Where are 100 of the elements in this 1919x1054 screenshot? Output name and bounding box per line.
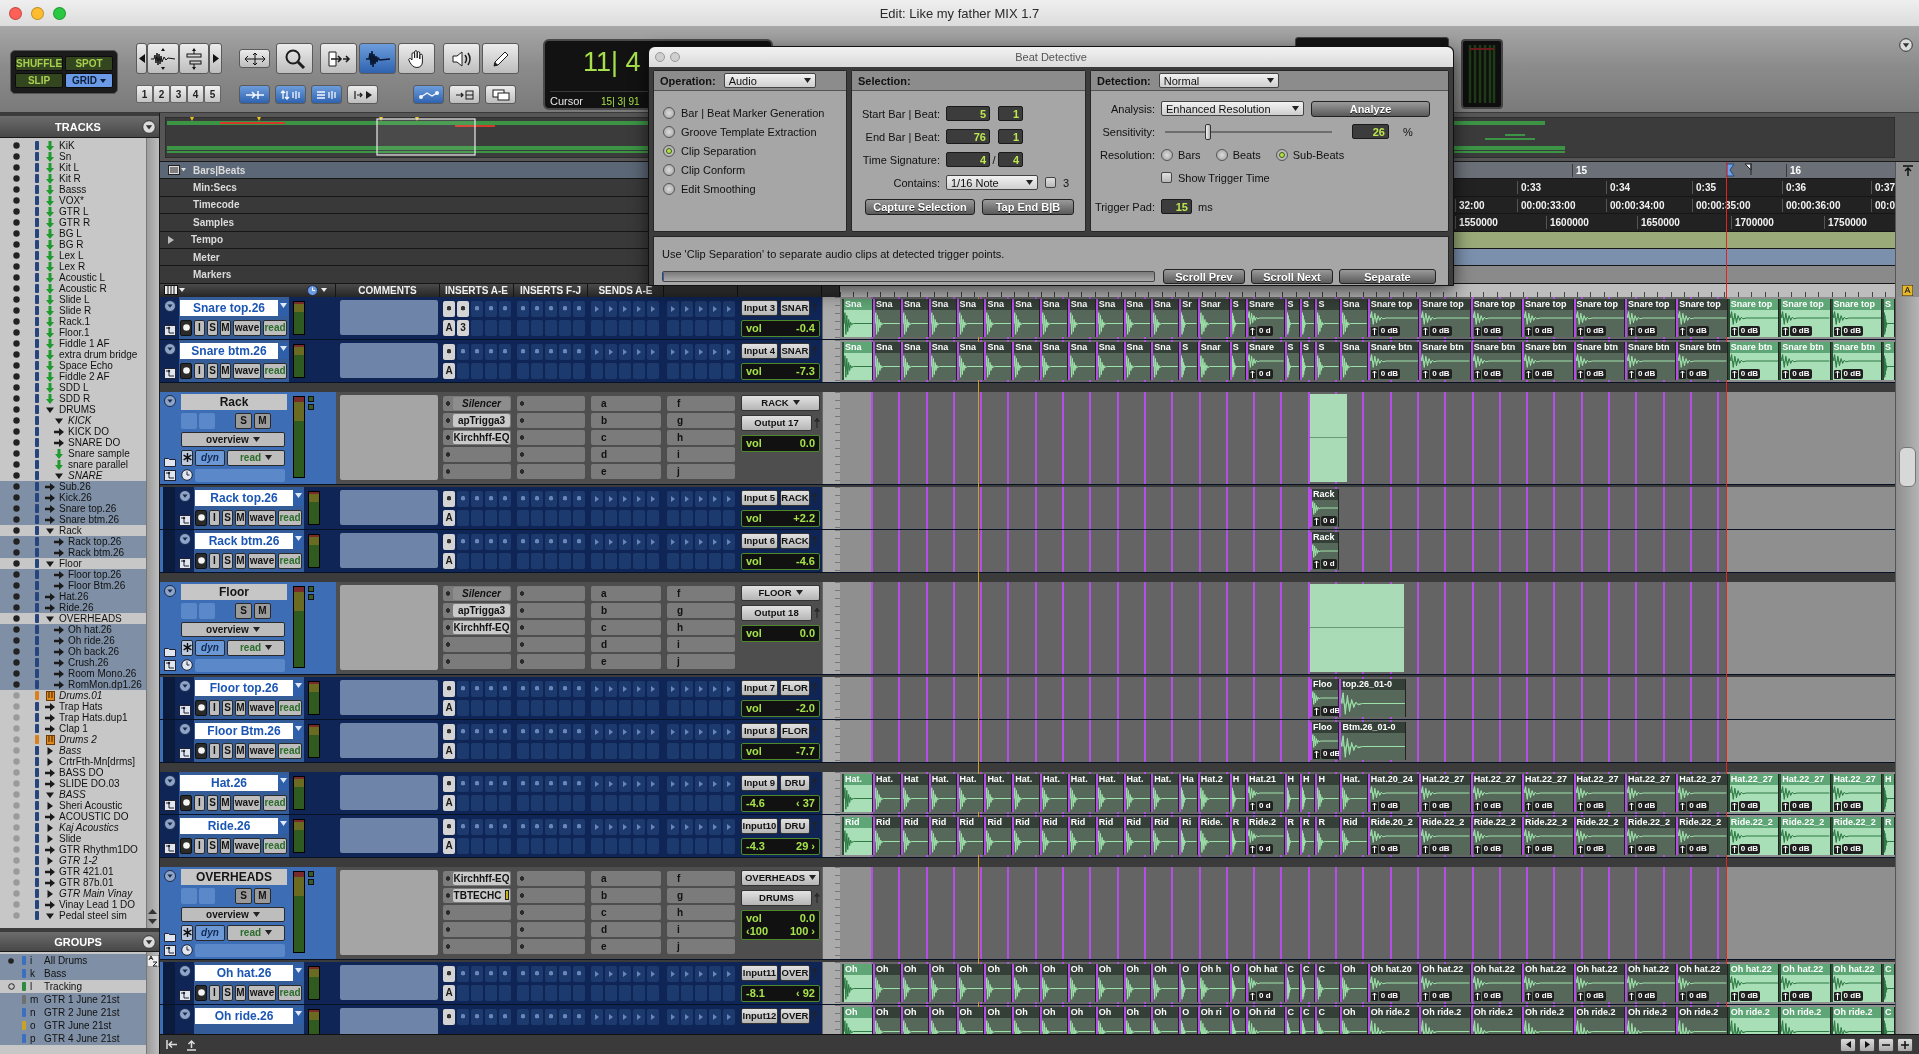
visibility-dot-icon[interactable] (13, 681, 20, 688)
option-button[interactable] (449, 85, 480, 104)
comments-field[interactable] (340, 1007, 438, 1034)
insert-slot[interactable] (443, 775, 455, 792)
collapsed-triangle-icon[interactable] (46, 801, 54, 810)
insert-slot[interactable] (443, 818, 455, 835)
automation-selector[interactable]: read (278, 742, 302, 759)
insert-slot[interactable] (485, 965, 497, 982)
insert-slot[interactable] (545, 723, 557, 740)
track-clip[interactable]: Oh hat.22 0 dB (1573, 963, 1625, 1002)
record-button[interactable] (180, 837, 192, 854)
input-selector[interactable]: Input11 (741, 964, 778, 981)
visibility-dot-icon[interactable] (13, 879, 20, 886)
visibility-dot-icon[interactable] (13, 714, 20, 721)
send-slot[interactable]: d (591, 921, 661, 937)
send-slot[interactable]: g (667, 412, 735, 428)
track-clip[interactable]: Rid (1067, 816, 1096, 855)
insert-slot[interactable] (517, 343, 529, 360)
track-clip[interactable]: Ride. (1197, 816, 1230, 855)
send-slot[interactable] (723, 300, 735, 317)
bar-field[interactable]: 5 (946, 106, 990, 121)
track-clip[interactable]: Hat.22_27 0 dB (1727, 773, 1780, 812)
collapse-icon[interactable] (178, 489, 191, 502)
visibility-dot-icon[interactable] (13, 230, 20, 237)
output-selector[interactable]: OVER (780, 964, 810, 981)
track-toggle-button[interactable]: I (209, 699, 220, 716)
insert-slot[interactable] (531, 1008, 543, 1025)
send-slot[interactable] (647, 533, 659, 550)
send-slot[interactable] (667, 1008, 679, 1025)
visibility-dot-icon[interactable] (13, 604, 20, 611)
track-toggle-button[interactable]: S (222, 699, 233, 716)
track-toggle-button[interactable]: I (194, 362, 205, 379)
insert-slot[interactable] (443, 343, 455, 360)
visibility-dot-icon[interactable] (13, 560, 20, 567)
track-clip[interactable]: Oh hat.22 0 dB (1470, 963, 1523, 1002)
track-clip[interactable]: Rid (1151, 816, 1180, 855)
insert-slot[interactable] (457, 490, 469, 507)
track-toggle-button[interactable]: I (209, 552, 220, 569)
visibility-dot-icon[interactable] (13, 153, 20, 160)
expanded-triangle-icon[interactable] (46, 559, 54, 568)
track-list-row[interactable]: Snare btm.26 (0, 514, 146, 525)
visibility-dot-icon[interactable] (13, 164, 20, 171)
send-slot[interactable] (619, 723, 631, 740)
send-slot[interactable] (591, 490, 603, 507)
send-slot[interactable] (667, 490, 679, 507)
scroll-down-icon[interactable] (147, 917, 158, 926)
tool-button[interactable] (359, 43, 396, 74)
routing-icon[interactable] (163, 469, 176, 481)
insert-slot[interactable] (545, 965, 557, 982)
insert-slot[interactable] (443, 533, 455, 550)
clock-icon[interactable] (181, 469, 193, 482)
automation-selector[interactable]: read (263, 362, 287, 379)
insert-slot[interactable] (573, 533, 585, 550)
send-slot[interactable] (681, 1008, 693, 1025)
send-slot[interactable] (723, 1008, 735, 1025)
asterisk-button[interactable] (181, 924, 193, 941)
track-toggle-button[interactable]: S (222, 984, 233, 1001)
view-selector[interactable]: wave (248, 509, 276, 526)
send-slot[interactable] (667, 965, 679, 982)
track-clip[interactable]: Sna (956, 298, 985, 337)
send-slot[interactable] (709, 775, 721, 792)
visibility-dot-icon[interactable] (13, 175, 20, 182)
group-row[interactable]: n GTR 2 June 21st (0, 1006, 146, 1019)
send-slot[interactable] (605, 533, 617, 550)
visibility-dot-icon[interactable] (13, 285, 20, 292)
insert-slot[interactable] (517, 775, 529, 792)
name-menu-button[interactable] (293, 722, 303, 739)
insert-slot[interactable] (485, 680, 497, 697)
comments-field[interactable] (340, 679, 438, 715)
track-toggle-button[interactable]: M (254, 602, 271, 619)
view-selector[interactable]: wave (248, 699, 276, 716)
send-slot[interactable] (709, 680, 721, 697)
track-clip[interactable]: Rid (956, 816, 985, 855)
track-clip[interactable]: Oh ride.2 (1624, 1006, 1677, 1034)
insert-slot[interactable] (531, 775, 543, 792)
radio-button[interactable] (663, 126, 675, 138)
expanded-triangle-icon[interactable] (46, 790, 54, 799)
track-clip[interactable]: Oh (984, 1006, 1013, 1034)
insert-slot[interactable] (485, 775, 497, 792)
track-clip[interactable]: Oh ride.2 (1419, 1006, 1471, 1034)
track-clip[interactable]: Hat.22_27 0 dB (1573, 773, 1625, 812)
visibility-dot-icon[interactable] (13, 549, 20, 556)
expanded-triangle-icon[interactable] (55, 471, 63, 480)
visibility-dot-icon[interactable] (13, 417, 20, 424)
insert-slot[interactable] (485, 1008, 497, 1025)
output-selector[interactable]: Output 18 (741, 604, 812, 621)
zoom-preset-button[interactable]: 5 (204, 85, 221, 103)
track-clip[interactable]: Ride.22_2 0 dB (1624, 816, 1677, 855)
track-clip[interactable]: Oh ride.2 (1676, 1006, 1728, 1034)
track-clip[interactable]: Oh ride.2 (1367, 1006, 1420, 1034)
track-clip[interactable]: Hat. (1095, 773, 1124, 812)
track-clip[interactable]: Oh ride.2 (1573, 1006, 1625, 1034)
track-list-row[interactable]: Floor (0, 558, 146, 569)
collapse-icon[interactable] (163, 299, 176, 312)
track-clip[interactable]: Sna (1012, 341, 1041, 380)
asterisk-button[interactable] (181, 449, 193, 466)
track-clip[interactable]: Hat.22_27 0 dB (1779, 773, 1831, 812)
track-clip[interactable]: Oh (956, 1006, 985, 1034)
track-clip[interactable]: Oh (1067, 963, 1096, 1002)
insert-slot[interactable] (499, 490, 511, 507)
